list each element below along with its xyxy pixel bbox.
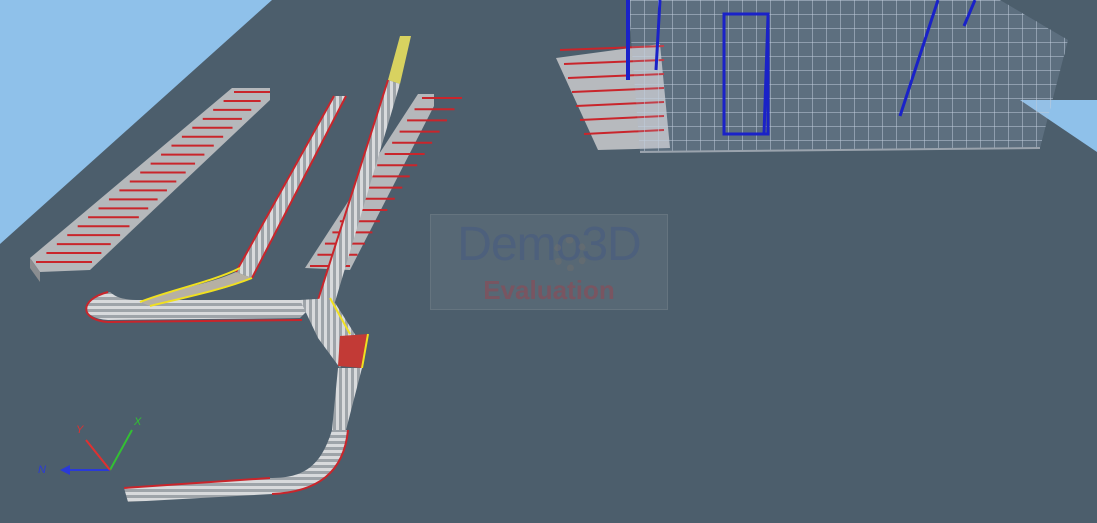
evaluation-watermark: Demo3D Evaluation <box>430 214 668 310</box>
axis-x-label: X <box>134 416 142 428</box>
axis-z-label: N <box>38 464 46 476</box>
gear-icon <box>553 237 587 271</box>
merge-section[interactable] <box>300 297 369 369</box>
3d-viewport[interactable]: Demo3D Evaluation X Y N <box>0 0 1097 523</box>
main-loop-conveyor[interactable] <box>85 267 318 323</box>
axis-y-label: Y <box>76 424 84 436</box>
axis-gizmo <box>60 429 133 475</box>
outbound-conveyor[interactable] <box>123 368 362 502</box>
watermark-brand: Demo3D <box>457 218 641 271</box>
high-bay-rack[interactable] <box>626 0 1068 153</box>
watermark-label: Evaluation <box>483 275 615 305</box>
